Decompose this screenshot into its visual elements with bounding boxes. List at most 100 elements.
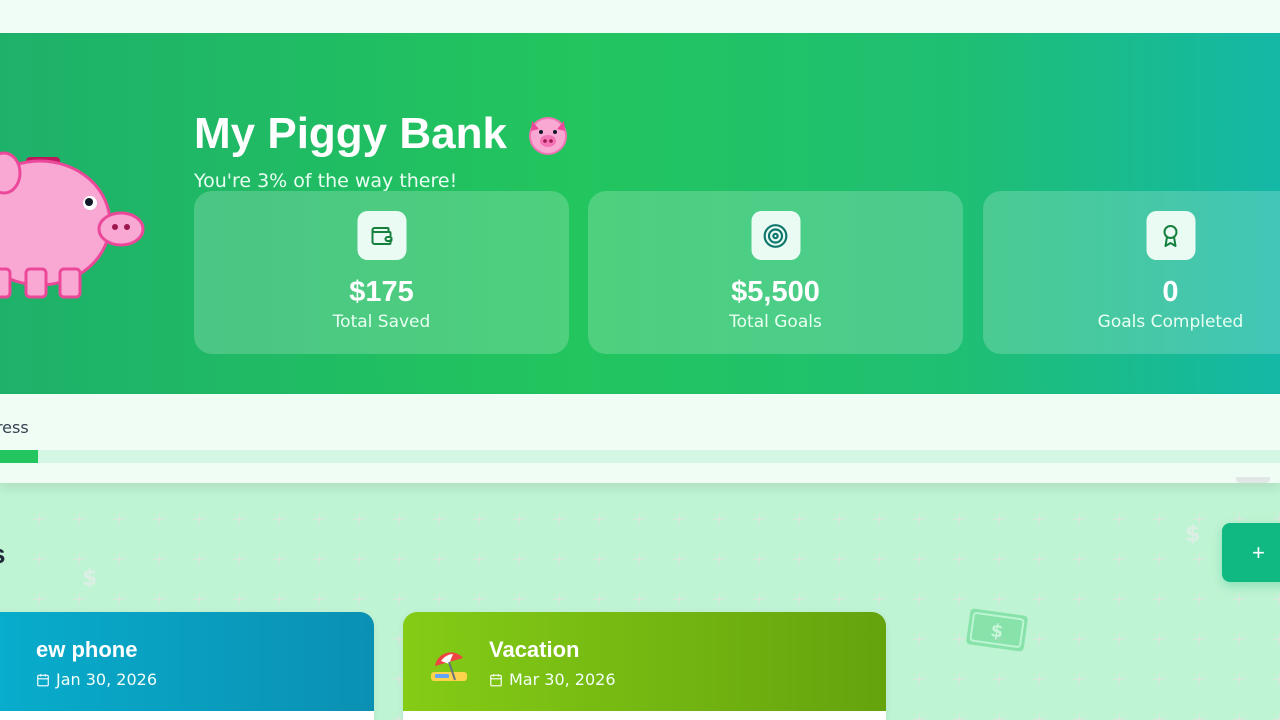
pattern-plus-mark: + xyxy=(1072,629,1088,650)
pattern-plus-mark: + xyxy=(672,549,688,570)
pattern-plus-mark: + xyxy=(552,589,568,610)
pattern-plus-mark: + xyxy=(992,509,1008,530)
goal-date-text: Mar 30, 2026 xyxy=(509,670,616,689)
pattern-plus-mark: + xyxy=(1272,709,1280,720)
award-icon xyxy=(1146,211,1195,260)
stat-value: 0 xyxy=(1162,276,1179,308)
progress-subtitle: You're 3% of the way there! xyxy=(194,170,458,192)
pattern-plus-mark: + xyxy=(912,629,928,650)
stat-card-goals-completed: 0 Goals Completed xyxy=(983,191,1280,354)
pattern-plus-mark: + xyxy=(1152,709,1168,720)
pattern-plus-mark: + xyxy=(1152,549,1168,570)
pattern-plus-mark: + xyxy=(752,509,768,530)
pattern-plus-mark: + xyxy=(752,589,768,610)
pattern-plus-mark: + xyxy=(712,589,728,610)
scroll-handle[interactable] xyxy=(1236,477,1270,483)
pattern-plus-mark: + xyxy=(872,589,888,610)
pattern-plus-mark: + xyxy=(1232,629,1248,650)
pattern-plus-mark: + xyxy=(672,509,688,530)
beach-umbrella-icon xyxy=(431,652,467,681)
pattern-plus-mark: + xyxy=(1112,509,1128,530)
pattern-plus-mark: + xyxy=(1112,709,1128,720)
goal-deadline: Mar 30, 2026 xyxy=(489,670,616,690)
pattern-plus-mark: + xyxy=(72,509,88,530)
pattern-plus-mark: + xyxy=(872,509,888,530)
goal-name: Vacation xyxy=(489,637,580,662)
pattern-plus-mark: + xyxy=(432,549,448,570)
pattern-plus-mark: + xyxy=(312,549,328,570)
stat-label: Total Saved xyxy=(332,312,431,332)
pattern-plus-mark: + xyxy=(952,589,968,610)
stat-card-total-goals: $5,500 Total Goals xyxy=(588,191,963,354)
pattern-plus-mark: + xyxy=(792,509,808,530)
page-title-text: My Piggy Bank xyxy=(194,109,507,158)
pattern-plus-mark: + xyxy=(352,509,368,530)
stat-value: $175 xyxy=(349,276,414,308)
pattern-plus-mark: + xyxy=(32,549,48,570)
pattern-plus-mark: + xyxy=(232,509,248,530)
goal-deadline: Jan 30, 2026 xyxy=(36,670,157,690)
pattern-plus-mark: + xyxy=(512,509,528,530)
goal-card-header: ew phone Jan 30, 2026 xyxy=(0,612,374,711)
pattern-plus-mark: + xyxy=(1072,669,1088,690)
pattern-plus-mark: + xyxy=(592,589,608,610)
pattern-plus-mark: + xyxy=(1152,629,1168,650)
pattern-plus-mark: + xyxy=(112,509,128,530)
pattern-plus-mark: + xyxy=(1272,629,1280,650)
pattern-plus-mark: + xyxy=(352,549,368,570)
pattern-plus-mark: + xyxy=(1272,589,1280,610)
pattern-plus-mark: + xyxy=(272,549,288,570)
pattern-plus-mark: + xyxy=(952,709,968,720)
pattern-plus-mark: + xyxy=(232,549,248,570)
pattern-plus-mark: + xyxy=(1032,629,1048,650)
pattern-plus-mark: + xyxy=(1232,669,1248,690)
pattern-plus-mark: + xyxy=(592,549,608,570)
pattern-plus-mark: + xyxy=(152,589,168,610)
progress-bar-fill xyxy=(0,450,39,463)
pattern-plus-mark: + xyxy=(232,589,248,610)
pattern-plus-mark: + xyxy=(912,589,928,610)
pattern-plus-mark: + xyxy=(872,549,888,570)
pattern-plus-mark: + xyxy=(592,509,608,530)
pattern-plus-mark: + xyxy=(1192,549,1208,570)
goal-name: ew phone xyxy=(36,637,138,662)
pattern-plus-mark: + xyxy=(792,589,808,610)
pattern-plus-mark: + xyxy=(832,549,848,570)
pattern-plus-mark: + xyxy=(832,589,848,610)
pattern-plus-mark: + xyxy=(392,509,408,530)
pattern-plus-mark: + xyxy=(1272,669,1280,690)
pattern-plus-mark: + xyxy=(392,589,408,610)
pattern-plus-mark: + xyxy=(1032,549,1048,570)
pattern-plus-mark: + xyxy=(192,549,208,570)
progress-bar xyxy=(0,450,1280,463)
pattern-plus-mark: + xyxy=(552,549,568,570)
pattern-plus-mark: + xyxy=(192,589,208,610)
dollar-decoration-icon: $ xyxy=(82,566,98,591)
pattern-plus-mark: + xyxy=(632,589,648,610)
pattern-plus-mark: + xyxy=(472,589,488,610)
pattern-plus-mark: + xyxy=(1192,709,1208,720)
progress-label: ogress xyxy=(0,418,29,437)
pattern-plus-mark: + xyxy=(1032,589,1048,610)
pattern-plus-mark: + xyxy=(952,549,968,570)
page-title: My Piggy Bank xyxy=(194,107,571,161)
pattern-plus-mark: + xyxy=(992,549,1008,570)
stat-label: Goals Completed xyxy=(1097,312,1244,332)
pattern-plus-mark: + xyxy=(1112,629,1128,650)
pattern-plus-mark: + xyxy=(912,549,928,570)
pattern-plus-mark: + xyxy=(1112,549,1128,570)
pattern-plus-mark: + xyxy=(1072,509,1088,530)
pattern-plus-mark: + xyxy=(152,509,168,530)
hero-banner: My Piggy Bank You're 3% of the way there… xyxy=(0,33,1280,394)
pattern-plus-mark: + xyxy=(192,509,208,530)
piggy-bank-illustration xyxy=(0,151,145,299)
goal-card-phone[interactable]: ew phone Jan 30, 2026 xyxy=(0,612,374,720)
pattern-plus-mark: + xyxy=(712,509,728,530)
pattern-plus-mark: + xyxy=(432,589,448,610)
pattern-plus-mark: + xyxy=(992,709,1008,720)
add-goal-button[interactable]: + xyxy=(1222,523,1280,582)
pattern-plus-mark: + xyxy=(952,669,968,690)
goal-card-vacation[interactable]: Vacation Mar 30, 2026 xyxy=(403,612,886,720)
pattern-plus-mark: + xyxy=(152,549,168,570)
pattern-plus-mark: + xyxy=(512,549,528,570)
